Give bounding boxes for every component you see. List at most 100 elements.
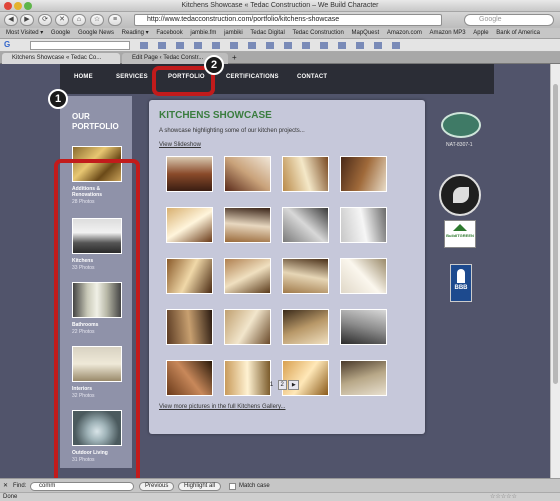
zoom-window-button[interactable] [24, 2, 32, 10]
gallery-thumbnail[interactable] [340, 207, 387, 243]
history-button[interactable]: ≡ [108, 14, 122, 26]
address-bar[interactable]: http://www.tedacconstruction.com/portfol… [134, 14, 442, 26]
bbb-torch-icon [457, 269, 465, 283]
bookmark-item[interactable]: jambie.fm [190, 30, 216, 36]
gallery-thumbnail[interactable] [224, 207, 271, 243]
find-label: Find: [13, 483, 27, 489]
tab-label: Edit Page ‹ Tedac Constr... [132, 55, 204, 61]
page-description: A showcase highlighting some of our kitc… [159, 128, 305, 134]
bookmark-item[interactable]: Google News [78, 30, 114, 36]
nav-contact[interactable]: CONTACT [297, 74, 327, 80]
rating-stars: ☆☆☆☆☆ [490, 494, 517, 500]
tab-bar: Kitchens Showcase « Tedac Co... Edit Pag… [0, 52, 560, 64]
bookmarks-bar: Most Visited ▾ Google Google News Readin… [0, 28, 560, 39]
stop-button[interactable]: ✕ [55, 14, 69, 26]
pagination: 1 2 ▶ [267, 380, 300, 390]
bookmark-item[interactable]: Most Visited ▾ [6, 30, 43, 36]
gallery-thumbnail[interactable] [282, 156, 329, 192]
page-title: KITCHENS SHOWCASE [159, 110, 272, 121]
minimize-window-button[interactable] [14, 2, 22, 10]
find-input-value: comm [39, 483, 56, 489]
back-button[interactable]: ◀ [4, 14, 18, 26]
window-title: Kitchens Showcase « Tedac Construction –… [181, 2, 379, 9]
bookmark-item[interactable]: Amazon.com [387, 30, 422, 36]
match-case-label: Match case [239, 483, 270, 489]
close-window-button[interactable] [4, 2, 12, 10]
gallery-thumbnail[interactable] [166, 360, 213, 396]
forward-button[interactable]: ▶ [20, 14, 34, 26]
browser-toolbar: ◀ ▶ ⟳ ✕ ⌂ ☆ ≡ http://www.tedacconstructi… [0, 12, 560, 28]
status-text: Done [3, 494, 18, 500]
gallery-thumbnail[interactable] [166, 258, 213, 294]
bookmark-item[interactable]: jambiki [224, 30, 243, 36]
bbb-accredited-badge: BBB [450, 264, 472, 302]
tab-kitchens-showcase[interactable]: Kitchens Showcase « Tedac Co... [2, 53, 120, 64]
gallery-thumbnail[interactable] [166, 207, 213, 243]
bookmark-item[interactable]: MapQuest [352, 30, 380, 36]
find-bar: ✕ Find: comm Previous Highlight all Matc… [0, 478, 560, 492]
view-slideshow-link[interactable]: View Slideshow [159, 142, 201, 148]
scrollbar-thumb[interactable] [553, 84, 558, 384]
find-close-icon[interactable]: ✕ [3, 479, 8, 493]
gallery-thumbnail[interactable] [340, 156, 387, 192]
callout-box-portfolio-sidebar [54, 159, 140, 490]
bookmark-star-button[interactable]: ☆ [90, 14, 104, 26]
bookmark-item[interactable]: Tedac Digital [250, 30, 284, 36]
nav-home[interactable]: HOME [74, 74, 93, 80]
callout-number-2: 2 [204, 55, 224, 75]
bookmark-item[interactable]: Tedac Construction [292, 30, 343, 36]
page-vertical-scrollbar[interactable] [550, 64, 560, 478]
bookmark-item[interactable]: Apple [473, 30, 488, 36]
bookmark-item[interactable]: Reading ▾ [122, 30, 149, 36]
house-icon [453, 224, 467, 231]
lead-certified-badge [441, 112, 481, 138]
gallery-thumbnail[interactable] [282, 207, 329, 243]
new-tab-button[interactable]: + [232, 53, 237, 63]
address-bar-url: http://www.tedacconstruction.com/portfol… [147, 16, 340, 23]
google-toolbar-icons[interactable] [140, 42, 400, 49]
sidebar-title: OUR PORTFOLIO [72, 112, 119, 131]
buildgreen-badge: BuildITGREEN [444, 220, 476, 248]
page-2-link[interactable]: 2 [277, 380, 287, 390]
leaf-icon [453, 187, 469, 203]
highlight-all-button[interactable]: Highlight all [178, 482, 222, 491]
find-input[interactable]: comm [30, 482, 134, 491]
gallery-thumbnail[interactable] [224, 156, 271, 192]
search-input[interactable]: Google [464, 14, 554, 26]
bookmark-item[interactable]: Google [51, 30, 70, 36]
gallery-thumbnail[interactable] [224, 309, 271, 345]
next-page-button[interactable]: ▶ [288, 380, 300, 390]
bookmark-item[interactable]: Facebook [156, 30, 182, 36]
gallery-thumbnail[interactable] [224, 258, 271, 294]
gallery-thumbnail[interactable] [282, 360, 329, 396]
page-1-link[interactable]: 1 [267, 381, 276, 389]
gallery-thumbnail[interactable] [224, 360, 271, 396]
match-case-checkbox[interactable] [229, 483, 236, 490]
tab-label: Kitchens Showcase « Tedac Co... [12, 55, 102, 61]
kitchens-showcase-panel: KITCHENS SHOWCASE A showcase highlightin… [149, 100, 425, 434]
callout-number-1: 1 [48, 89, 68, 109]
status-bar: Done ☆☆☆☆☆ [0, 492, 560, 501]
lead-certified-code: NAT-8307-1 [446, 142, 473, 148]
gallery-thumbnail[interactable] [282, 309, 329, 345]
nav-certifications[interactable]: CERTIFICATIONS [226, 74, 279, 80]
home-button[interactable]: ⌂ [72, 14, 86, 26]
gallery-thumbnail[interactable] [340, 309, 387, 345]
bookmark-item[interactable]: Bank of America [496, 30, 540, 36]
find-previous-button[interactable]: Previous [139, 482, 175, 491]
full-gallery-link[interactable]: View more pictures in the full Kitchens … [159, 404, 286, 410]
gallery-thumbnail[interactable] [166, 309, 213, 345]
window-titlebar: Kitchens Showcase « Tedac Construction –… [0, 0, 560, 12]
google-toolbar: G [0, 39, 560, 52]
bookmark-item[interactable]: Amazon MP3 [430, 30, 466, 36]
reload-button[interactable]: ⟳ [38, 14, 52, 26]
gallery-thumbnail[interactable] [166, 156, 213, 192]
google-toolbar-search[interactable] [30, 41, 130, 50]
site-nav: HOME SERVICES PORTFOLIO CERTIFICATIONS C… [60, 64, 494, 94]
green-building-council-seal [439, 174, 481, 216]
gallery-thumbnail[interactable] [340, 360, 387, 396]
gallery-thumbnail[interactable] [282, 258, 329, 294]
nav-services[interactable]: SERVICES [116, 74, 148, 80]
google-logo: G [4, 40, 11, 49]
gallery-thumbnail[interactable] [340, 258, 387, 294]
